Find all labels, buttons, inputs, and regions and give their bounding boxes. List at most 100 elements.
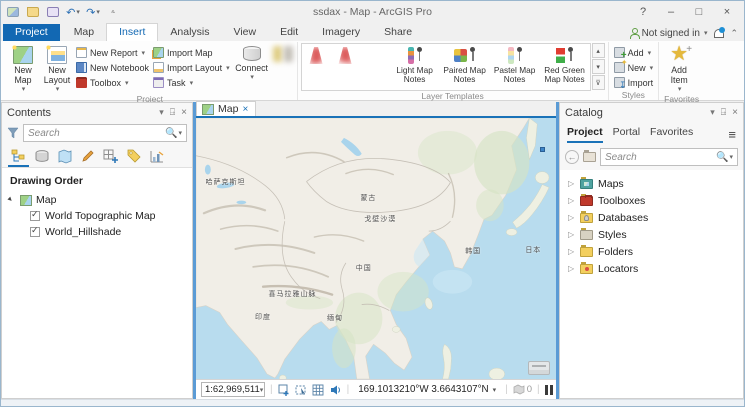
search-icon[interactable]: 🔍 (716, 152, 728, 163)
panel-menu-icon[interactable]: ▾ (710, 107, 715, 118)
list-by-data-source-icon[interactable] (31, 147, 52, 167)
expander-icon[interactable]: ▷ (568, 213, 575, 222)
tab-share[interactable]: Share (372, 24, 424, 41)
help-button[interactable]: ? (630, 3, 656, 21)
catalog-menu-icon[interactable]: ≡ (728, 127, 736, 142)
search-icon[interactable]: 🔍 (165, 128, 177, 139)
import-map-button[interactable]: Import Map (151, 45, 232, 60)
import-map-icon (153, 47, 164, 58)
styles-add-button[interactable]: Add▾ (612, 45, 656, 60)
map-canvas[interactable]: 哈萨克斯坦蒙古戈壁沙漠中国喜马拉雅山脉印度缅甸韩国日本 (196, 118, 556, 379)
coordinates-dropdown-icon[interactable]: ▾ (493, 386, 497, 394)
list-by-charts-icon[interactable] (146, 147, 167, 167)
import-layout-button[interactable]: Import Layout▾ (151, 60, 232, 75)
layer-checkbox[interactable] (30, 227, 40, 237)
minimize-button[interactable]: – (658, 3, 684, 21)
new-notebook-button[interactable]: New Notebook (74, 60, 151, 75)
map-tree-node[interactable]: ▸ Map (2, 192, 192, 208)
layer-world-hillshade[interactable]: World_Hillshade (2, 224, 192, 240)
gallery-scroll-up-icon[interactable]: ▴ (592, 43, 605, 58)
map-note-marker[interactable] (540, 147, 545, 152)
catalog-item-styles[interactable]: ▷ Styles (560, 226, 743, 243)
expander-icon[interactable]: ▷ (568, 179, 575, 188)
catalog-item-locators[interactable]: ▷ Locators (560, 260, 743, 277)
coordinates-display[interactable]: 169.1013210°W 3.6643107°N ▾ (358, 384, 496, 395)
gallery-item-red-green-map-notes[interactable]: Red Green Map Notes (540, 44, 590, 90)
close-button[interactable]: × (714, 3, 740, 21)
list-by-drawing-order-icon[interactable] (8, 147, 29, 167)
filter-icon[interactable] (7, 127, 19, 139)
expander-icon[interactable]: ▷ (568, 247, 575, 256)
panel-close-icon[interactable]: × (181, 107, 187, 118)
panel-menu-icon[interactable]: ▾ (159, 107, 164, 118)
layer-world-topographic-map[interactable]: World Topographic Map (2, 208, 192, 224)
map-scale-dropdown[interactable]: 1:62,969,511 ▾ (201, 382, 265, 397)
maximize-button[interactable]: □ (686, 3, 712, 21)
catalog-item-databases[interactable]: ▷ Databases (560, 209, 743, 226)
list-by-editing-icon[interactable] (77, 147, 98, 167)
sign-in-status[interactable]: Not signed in ▾ (629, 28, 708, 39)
connect-button[interactable]: Connect▾ (232, 42, 272, 82)
tab-project[interactable]: Project (3, 24, 60, 41)
pin-icon[interactable]: ⍈ (721, 107, 726, 118)
tab-view[interactable]: View (222, 24, 269, 41)
close-view-icon[interactable]: × (242, 104, 248, 115)
notifications-bell-icon[interactable] (713, 27, 724, 39)
redacted-gallery-items (302, 44, 390, 90)
pin-icon[interactable]: ⍈ (170, 107, 175, 118)
add-item-button[interactable]: ★ Add Item▾ (662, 42, 696, 94)
expander-icon[interactable]: ▷ (568, 196, 575, 205)
tab-analysis[interactable]: Analysis (158, 24, 221, 41)
open-project-icon[interactable] (25, 5, 41, 19)
gallery-scroll-down-icon[interactable]: ▾ (592, 59, 605, 74)
catalog-search-input[interactable] (605, 152, 716, 163)
redo-button[interactable]: ↷▾ (85, 5, 101, 19)
styles-new-button[interactable]: New▾ (612, 60, 656, 75)
list-by-selection-icon[interactable] (54, 147, 75, 167)
gallery-item-light-map-notes[interactable]: Light Map Notes (390, 44, 440, 90)
task-button[interactable]: Task▾ (151, 75, 232, 90)
styles-import-button[interactable]: Import (612, 75, 656, 90)
expander-icon[interactable]: ▷ (568, 264, 575, 273)
gallery-item-paired-map-notes[interactable]: Paired Map Notes (440, 44, 490, 90)
bookmark-add-icon[interactable] (278, 384, 291, 396)
new-report-button[interactable]: New Report▾ (74, 45, 151, 60)
catalog-tab-favorites[interactable]: Favorites (650, 126, 693, 143)
select-features-icon[interactable] (295, 384, 308, 396)
pause-drawing-icon[interactable] (545, 385, 553, 395)
up-one-level-icon[interactable] (583, 152, 596, 162)
tab-map[interactable]: Map (62, 24, 106, 41)
catalog-tab-project[interactable]: Project (567, 126, 603, 143)
new-layout-button[interactable]: New Layout▾ (40, 42, 74, 94)
map-view-tab[interactable]: Map × (196, 101, 256, 116)
expander-icon[interactable]: ▷ (568, 230, 575, 239)
undo-button[interactable]: ↶▾ (65, 5, 81, 19)
back-icon[interactable]: ← (565, 150, 579, 164)
catalog-item-maps[interactable]: ▷ Maps (560, 175, 743, 192)
collapse-ribbon-icon[interactable]: ⌃ (730, 28, 738, 39)
expander-icon[interactable]: ▸ (6, 194, 18, 206)
gallery-item-pastel-map-notes[interactable]: Pastel Map Notes (490, 44, 540, 90)
speaker-icon[interactable] (329, 384, 342, 396)
layer-checkbox[interactable] (30, 211, 40, 221)
grid-icon[interactable] (312, 384, 325, 396)
ribbon-insert: New Map▾ New Layout▾ New Report▾ New Not… (1, 41, 744, 101)
save-project-icon[interactable] (45, 5, 61, 19)
new-project-icon[interactable] (5, 5, 21, 19)
contents-search-input[interactable] (28, 128, 165, 139)
onscreen-keyboard-icon[interactable] (528, 361, 550, 375)
catalog-item-folders[interactable]: ▷ Folders (560, 243, 743, 260)
panel-close-icon[interactable]: × (732, 107, 738, 118)
catalog-item-toolboxes[interactable]: ▷ Toolboxes (560, 192, 743, 209)
tab-imagery[interactable]: Imagery (310, 24, 372, 41)
selected-features-count[interactable]: 0 (513, 384, 532, 395)
tab-insert[interactable]: Insert (106, 23, 158, 41)
toolbox-button[interactable]: Toolbox▾ (74, 75, 151, 90)
list-by-label-class-icon[interactable] (123, 147, 144, 167)
list-by-labeling-icon[interactable] (100, 147, 121, 167)
catalog-tab-portal[interactable]: Portal (613, 126, 640, 143)
new-map-button[interactable]: New Map▾ (6, 42, 40, 94)
tab-edit[interactable]: Edit (268, 24, 310, 41)
gallery-expand-icon[interactable]: ⊽ (592, 75, 605, 90)
customize-qat-icon[interactable]: ⸛ (105, 5, 121, 19)
